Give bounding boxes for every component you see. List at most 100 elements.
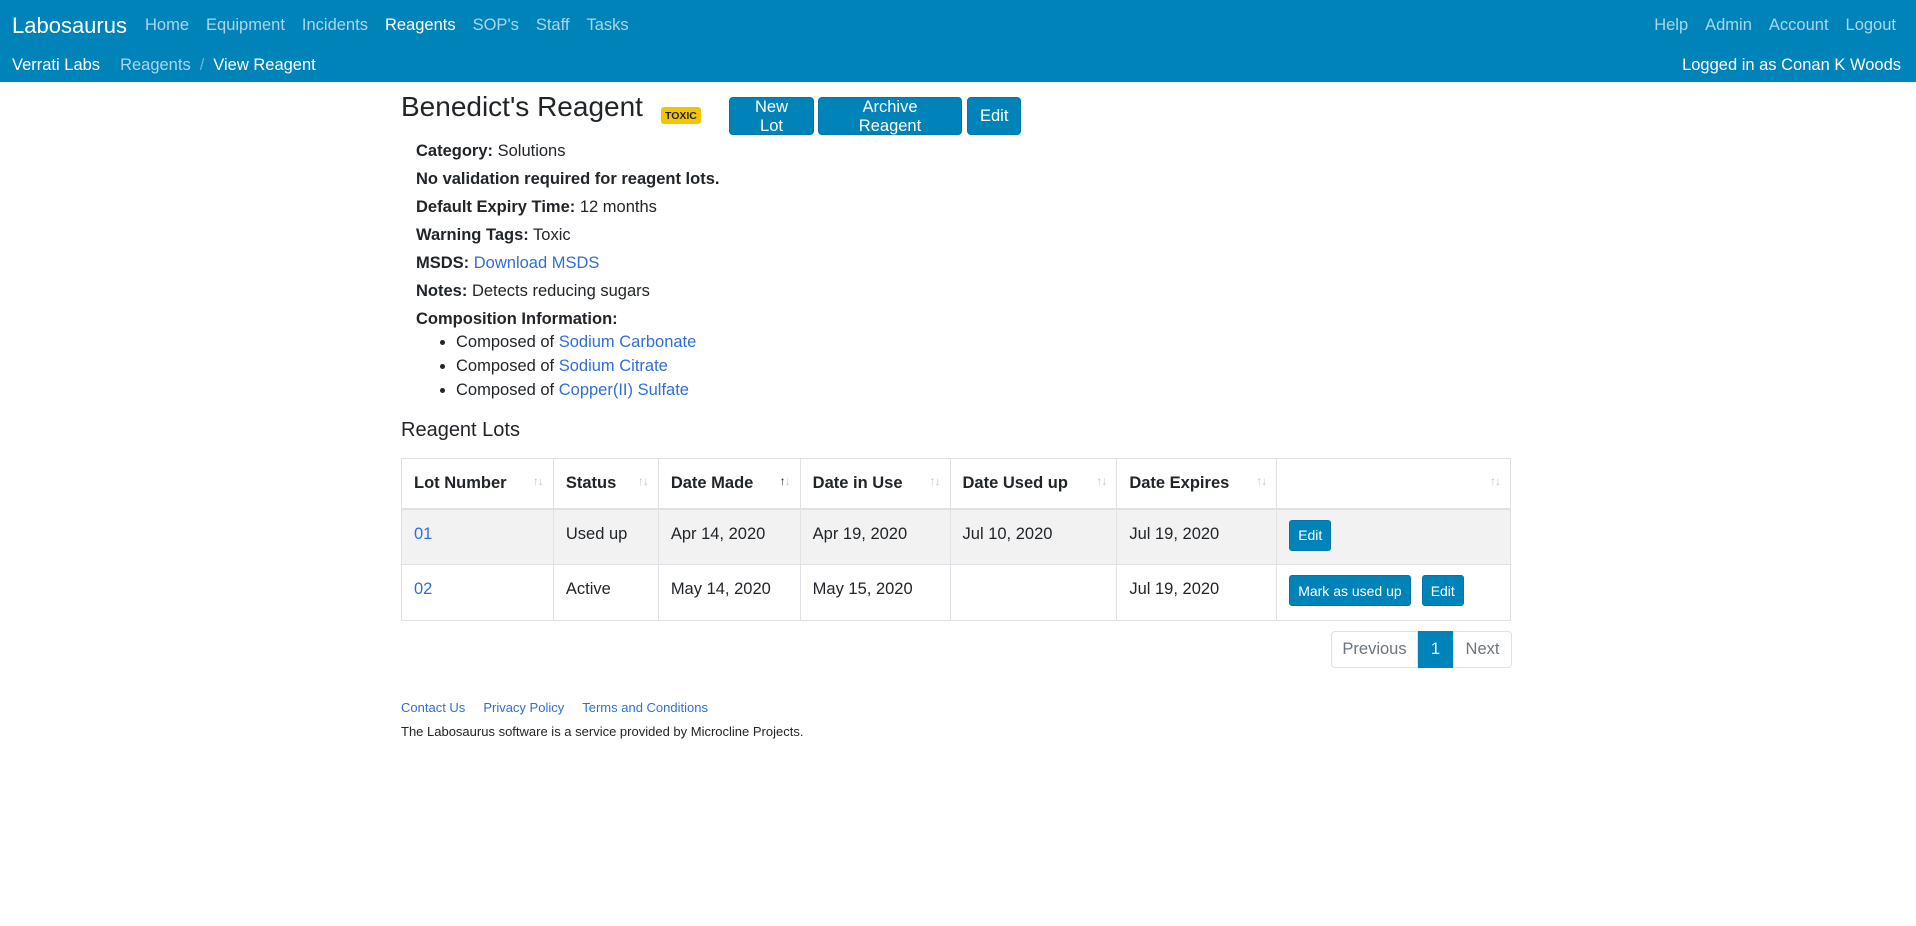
component-link-copper-sulfate[interactable]: Copper(II) Sulfate [559, 381, 689, 399]
list-item: Composed of Sodium Carbonate [456, 332, 719, 356]
date-expires-cell: Jul 19, 2020 [1116, 508, 1278, 565]
expiry-value: 12 months [579, 198, 657, 216]
footer-links: Contact Us Privacy Policy Terms and Cond… [401, 700, 708, 715]
column-header-date-used-up[interactable]: Date Used up ↑↓ [949, 458, 1118, 510]
nav-item-account[interactable]: Account [1769, 16, 1829, 35]
breadcrumb-reagents-link[interactable]: Reagents [120, 56, 191, 75]
footer-terms-link[interactable]: Terms and Conditions [582, 700, 708, 715]
page-1-button[interactable]: 1 [1418, 631, 1453, 668]
component-link-sodium-carbonate[interactable]: Sodium Carbonate [559, 333, 697, 351]
date-made-cell: Apr 14, 2020 [657, 508, 801, 565]
reagent-lots-heading: Reagent Lots [401, 419, 520, 441]
pagination: Previous 1 Next [1331, 631, 1512, 668]
breadcrumb-separator: / [199, 56, 205, 74]
archive-reagent-button[interactable]: Archive Reagent [818, 97, 962, 135]
sort-icon: ↑↓ [929, 474, 941, 488]
nav-item-admin[interactable]: Admin [1705, 16, 1752, 35]
category-label: Category: [416, 142, 494, 160]
actions-cell: Edit [1276, 508, 1511, 565]
edit-reagent-button[interactable]: Edit [967, 97, 1021, 135]
nav-item-incidents[interactable]: Incidents [302, 16, 368, 35]
nav-item-sops[interactable]: SOP's [473, 16, 519, 35]
toxic-badge: TOXIC [661, 107, 701, 124]
new-lot-button[interactable]: New Lot [729, 97, 814, 135]
nav-item-help[interactable]: Help [1654, 16, 1688, 35]
breadcrumb-lab-link[interactable]: Verrati Labs [12, 56, 100, 75]
composition-prefix: Composed of [456, 357, 555, 375]
composition-row: Composition Information: [416, 308, 719, 330]
date-in-use-cell: Apr 19, 2020 [799, 508, 951, 565]
column-header-status[interactable]: Status ↑↓ [552, 458, 659, 510]
nav-item-tasks[interactable]: Tasks [586, 16, 628, 35]
lot-number-cell: 01 [401, 508, 554, 565]
expiry-label: Default Expiry Time: [416, 198, 576, 216]
status-cell: Active [552, 564, 659, 621]
edit-lot-button[interactable]: Edit [1289, 519, 1332, 551]
lot-number-link[interactable]: 02 [414, 580, 432, 598]
list-item: Composed of Copper(II) Sulfate [456, 380, 719, 404]
column-header-date-made[interactable]: Date Made ↑↓ [657, 458, 801, 510]
column-header-lot-number[interactable]: Lot Number ↑↓ [401, 458, 554, 510]
footer-privacy-link[interactable]: Privacy Policy [483, 700, 564, 715]
nav-item-home[interactable]: Home [145, 16, 189, 35]
date-in-use-cell: May 15, 2020 [799, 564, 951, 621]
category-value: Solutions [497, 142, 566, 160]
right-nav: Help Admin Account Logout [1654, 16, 1896, 35]
sort-icon: ↑↓ [637, 474, 649, 488]
date-used-up-cell: Jul 10, 2020 [949, 508, 1118, 565]
msds-row: MSDS: Download MSDS [416, 252, 719, 280]
previous-page-button[interactable]: Previous [1331, 631, 1418, 668]
nav-item-logout[interactable]: Logout [1846, 16, 1896, 35]
category-row: Category: Solutions [416, 140, 719, 168]
table-header-row: Lot Number ↑↓ Status ↑↓ Date Made ↑↓ Dat… [401, 458, 1511, 510]
table-row: 01 Used up Apr 14, 2020 Apr 19, 2020 Jul… [401, 508, 1511, 565]
notes-label: Notes: [416, 282, 468, 300]
msds-label: MSDS: [416, 254, 470, 272]
sort-icon: ↑↓ [1490, 474, 1501, 488]
status-cell: Used up [552, 508, 659, 565]
actions-cell: Mark as used up Edit [1276, 564, 1511, 621]
warning-label: Warning Tags: [416, 226, 529, 244]
lot-number-cell: 02 [401, 564, 554, 621]
nav-item-reagents[interactable]: Reagents [385, 16, 456, 35]
date-expires-cell: Jul 19, 2020 [1116, 564, 1278, 621]
mark-as-used-up-button[interactable]: Mark as used up [1289, 575, 1411, 606]
download-msds-link[interactable]: Download MSDS [474, 254, 600, 272]
page-title: Benedict's Reagent [401, 91, 643, 122]
sort-icon: ↑↓ [532, 474, 544, 488]
brand-logo-link[interactable]: Labosaurus [12, 13, 127, 39]
table-row: 02 Active May 14, 2020 May 15, 2020 Jul … [401, 564, 1511, 621]
next-page-button[interactable]: Next [1453, 631, 1512, 668]
lot-number-link[interactable]: 01 [414, 525, 432, 543]
validation-note: No validation required for reagent lots. [416, 170, 720, 188]
date-made-cell: May 14, 2020 [657, 564, 801, 621]
nav-item-staff[interactable]: Staff [536, 16, 570, 35]
breadcrumb: Verrati Labs Reagents / View Reagent [12, 56, 316, 75]
composition-label: Composition Information: [416, 310, 618, 328]
reagent-lots-table: Lot Number ↑↓ Status ↑↓ Date Made ↑↓ Dat… [401, 458, 1511, 621]
main-nav: Home Equipment Incidents Reagents SOP's … [145, 16, 629, 35]
top-navbar: Labosaurus Home Equipment Incidents Reag… [0, 0, 1916, 82]
composition-list: Composed of Sodium Carbonate Composed of… [416, 332, 719, 404]
edit-lot-button[interactable]: Edit [1421, 575, 1464, 606]
validation-row: No validation required for reagent lots. [416, 168, 719, 196]
nav-item-equipment[interactable]: Equipment [206, 16, 285, 35]
notes-row: Notes: Detects reducing sugars [416, 280, 719, 308]
breadcrumb-current: View Reagent [213, 56, 316, 74]
footer-text: The Labosaurus software is a service pro… [401, 724, 804, 739]
date-used-up-cell [949, 564, 1118, 621]
sort-icon: ↑↓ [1256, 474, 1267, 488]
footer-contact-link[interactable]: Contact Us [401, 700, 465, 715]
composition-prefix: Composed of [456, 333, 555, 351]
warning-value: Toxic [533, 226, 571, 244]
list-item: Composed of Sodium Citrate [456, 356, 719, 380]
reagent-details: Category: Solutions No validation requir… [416, 140, 719, 404]
column-header-actions[interactable]: ↑↓ [1276, 458, 1511, 510]
sort-ascending-icon: ↑↓ [779, 474, 791, 488]
expiry-row: Default Expiry Time: 12 months [416, 196, 719, 224]
notes-value: Detects reducing sugars [471, 282, 650, 300]
column-header-date-in-use[interactable]: Date in Use ↑↓ [799, 458, 951, 510]
composition-prefix: Composed of [456, 381, 555, 399]
column-header-date-expires[interactable]: Date Expires ↑↓ [1116, 458, 1278, 510]
component-link-sodium-citrate[interactable]: Sodium Citrate [559, 357, 668, 375]
